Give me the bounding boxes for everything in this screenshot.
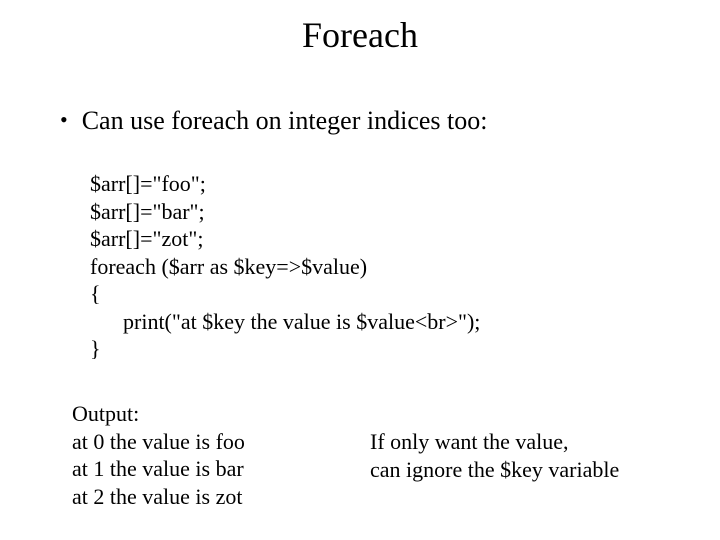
code-line-7: } xyxy=(90,336,101,361)
code-line-1: $arr[]="foo"; xyxy=(90,171,206,196)
slide: Foreach •Can use foreach on integer indi… xyxy=(0,0,720,540)
output-label: Output: xyxy=(72,401,139,426)
output-block: Output: at 0 the value is foo at 1 the v… xyxy=(72,400,245,510)
code-line-6: print("at $key the value is $value<br>")… xyxy=(90,309,480,334)
note-line-1: If only want the value, xyxy=(370,429,569,454)
bullet-item: •Can use foreach on integer indices too: xyxy=(60,106,487,136)
output-line-2: at 1 the value is bar xyxy=(72,456,244,481)
output-line-1: at 0 the value is foo xyxy=(72,429,245,454)
code-line-4: foreach ($arr as $key=>$value) xyxy=(90,254,367,279)
slide-title: Foreach xyxy=(0,0,720,56)
code-block: $arr[]="foo"; $arr[]="bar"; $arr[]="zot"… xyxy=(90,170,480,363)
note-line-2: can ignore the $key variable xyxy=(370,457,619,482)
bullet-text: Can use foreach on integer indices too: xyxy=(82,106,488,135)
code-line-2: $arr[]="bar"; xyxy=(90,199,205,224)
output-line-3: at 2 the value is zot xyxy=(72,484,242,509)
code-line-5: { xyxy=(90,281,101,306)
note-block: If only want the value, can ignore the $… xyxy=(370,428,619,483)
code-line-3: $arr[]="zot"; xyxy=(90,226,203,251)
